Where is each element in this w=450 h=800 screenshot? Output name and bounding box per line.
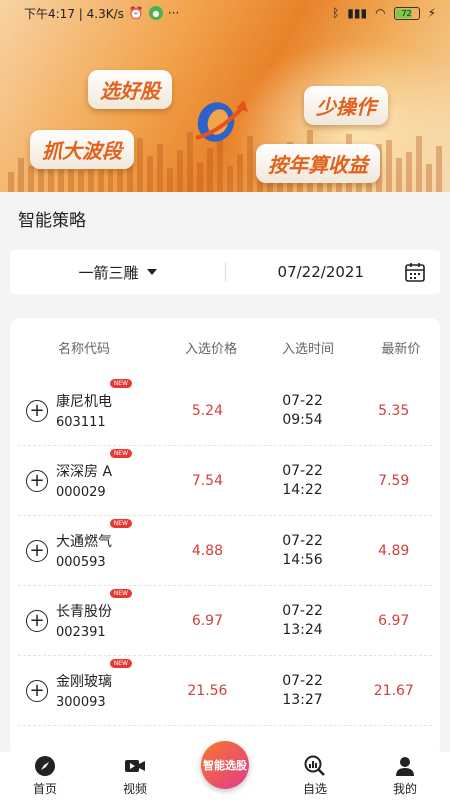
latest-price: 6.97 xyxy=(378,612,410,629)
add-to-watchlist-icon[interactable]: + xyxy=(26,679,48,702)
alarm-icon: ⏰ xyxy=(128,6,144,20)
table-row[interactable]: + 长青股份 002391 NEW 6.97 07-22 13:24 6.97 xyxy=(18,586,432,656)
stock-name: 康尼机电 xyxy=(56,394,112,410)
status-bar: 下午4:17 | 4.3K/s ⏰ ● ··· ᛒ ▮▮▮ ◠ 72 ⚡ xyxy=(0,0,450,26)
latest-price: 7.59 xyxy=(378,472,410,489)
strategy-label: 一箭三雕 xyxy=(78,263,139,282)
entry-clock: 13:27 xyxy=(282,691,323,708)
stock-name: 长青股份 xyxy=(56,604,112,620)
table-row[interactable]: + 深深房 A 000029 NEW 7.54 07-22 14:22 7.59 xyxy=(18,446,432,516)
new-badge: NEW xyxy=(109,449,133,458)
add-to-watchlist-icon[interactable]: + xyxy=(26,469,48,492)
entry-clock: 14:56 xyxy=(282,551,323,568)
strategy-dropdown[interactable]: 一箭三雕 xyxy=(10,262,225,283)
stock-name: 深深房 A xyxy=(56,464,113,480)
add-to-watchlist-icon[interactable]: + xyxy=(26,539,48,562)
battery-level: 72 xyxy=(401,8,412,18)
entry-price: 7.54 xyxy=(191,472,223,489)
table-header: 名称代码 入选价格 入选时间 最新价 xyxy=(10,318,440,376)
stock-code: 000029 xyxy=(56,485,106,500)
add-to-watchlist-icon[interactable]: + xyxy=(26,399,48,422)
entry-time: 07-22 13:27 xyxy=(250,672,356,710)
new-badge: NEW xyxy=(109,589,132,598)
banner-tag-big-swings: 抓大波段 xyxy=(30,130,134,169)
section-title: 智能策略 xyxy=(18,211,86,231)
tab-watchlist[interactable]: 自选 xyxy=(280,755,350,797)
banner-tag-pick-stocks: 选好股 xyxy=(88,70,172,109)
latest-price: 21.67 xyxy=(373,682,414,699)
table-row[interactable]: + 金刚玻璃 300093 NEW 21.56 07-22 13:27 21.67 xyxy=(18,656,432,726)
header-entry-time: 入选时间 xyxy=(281,341,334,357)
tab-video-label: 视频 xyxy=(122,782,147,796)
new-badge: NEW xyxy=(109,519,132,528)
entry-date: 07-22 xyxy=(282,462,323,479)
caret-down-icon xyxy=(146,269,157,275)
signal-icon: ▮▮▮ xyxy=(347,6,368,20)
add-to-watchlist-icon[interactable]: + xyxy=(26,609,48,632)
date-value: 07/22/2021 xyxy=(277,263,364,281)
entry-time: 07-22 14:22 xyxy=(250,462,356,500)
entry-time: 07-22 09:54 xyxy=(250,392,356,430)
compass-icon xyxy=(35,756,55,776)
bluetooth-icon: ᛒ xyxy=(332,6,340,20)
date-picker[interactable]: 07/22/2021 xyxy=(226,261,440,283)
entry-date: 07-22 xyxy=(282,532,323,549)
video-camera-icon xyxy=(125,760,145,772)
battery-icon: 72 xyxy=(393,6,420,20)
app-notification-icon: ● xyxy=(148,6,163,20)
entry-clock: 13:24 xyxy=(282,621,323,638)
entry-date: 07-22 xyxy=(282,672,323,689)
entry-price: 6.97 xyxy=(191,612,223,629)
stock-name: 金刚玻璃 xyxy=(56,674,112,690)
header-entry-price: 入选价格 xyxy=(184,341,237,357)
promo-banner[interactable]: 选好股 少操作 抓大波段 按年算收益 xyxy=(0,0,450,192)
entry-price: 4.88 xyxy=(191,542,223,559)
table-row[interactable]: + 大通燃气 000593 NEW 4.88 07-22 14:56 4.89 xyxy=(18,516,432,586)
stock-code: 000593 xyxy=(56,555,106,570)
tab-home-label: 首页 xyxy=(32,782,57,796)
tab-mine[interactable]: 我的 xyxy=(370,755,440,797)
brand-logo-icon xyxy=(195,100,248,142)
tab-video[interactable]: 视频 xyxy=(100,755,170,797)
user-icon xyxy=(396,757,414,776)
header-name-code: 名称代码 xyxy=(58,341,111,357)
entry-date: 07-22 xyxy=(282,392,323,409)
entry-time: 07-22 13:24 xyxy=(250,602,356,640)
stock-code: 300093 xyxy=(56,695,106,710)
header-latest-price: 最新价 xyxy=(381,341,421,357)
entry-price: 5.24 xyxy=(191,402,223,419)
entry-date: 07-22 xyxy=(282,602,323,619)
stock-code: 603111 xyxy=(56,415,106,430)
new-badge: NEW xyxy=(109,659,132,668)
bottom-tab-bar: 首页 视频 智能选股 自选 我的 xyxy=(0,741,450,800)
tab-watchlist-label: 自选 xyxy=(302,782,327,796)
tab-mine-label: 我的 xyxy=(392,782,417,796)
tab-smart-pick[interactable]: 智能选股 xyxy=(190,741,260,797)
entry-clock: 09:54 xyxy=(282,411,323,428)
latest-price: 5.35 xyxy=(378,402,410,419)
stock-name: 大通燃气 xyxy=(56,534,112,550)
tab-home[interactable]: 首页 xyxy=(10,755,80,797)
status-time-network: 下午4:17 | 4.3K/s xyxy=(24,6,124,21)
banner-tag-less-trading: 少操作 xyxy=(304,86,388,125)
latest-price: 4.89 xyxy=(378,542,410,559)
entry-price: 21.56 xyxy=(187,682,228,699)
calendar-icon[interactable] xyxy=(404,261,426,283)
new-badge: NEW xyxy=(109,379,132,388)
more-icon: ··· xyxy=(167,6,180,20)
wifi-icon: ◠ xyxy=(375,6,386,20)
search-chart-icon xyxy=(304,755,325,776)
stock-code: 002391 xyxy=(56,625,106,640)
entry-clock: 14:22 xyxy=(282,481,323,498)
table-row[interactable]: + 康尼机电 603111 NEW 5.24 07-22 09:54 5.35 xyxy=(18,376,432,446)
stock-picks-table: 名称代码 入选价格 入选时间 最新价 + 康尼机电 603111 NEW 5.2… xyxy=(10,318,440,758)
filter-bar: 一箭三雕 07/22/2021 xyxy=(10,250,440,294)
charging-icon: ⚡ xyxy=(427,6,436,20)
entry-time: 07-22 14:56 xyxy=(250,532,356,570)
smart-pick-button[interactable]: 智能选股 xyxy=(201,741,249,789)
banner-tag-annual-returns: 按年算收益 xyxy=(256,144,380,183)
